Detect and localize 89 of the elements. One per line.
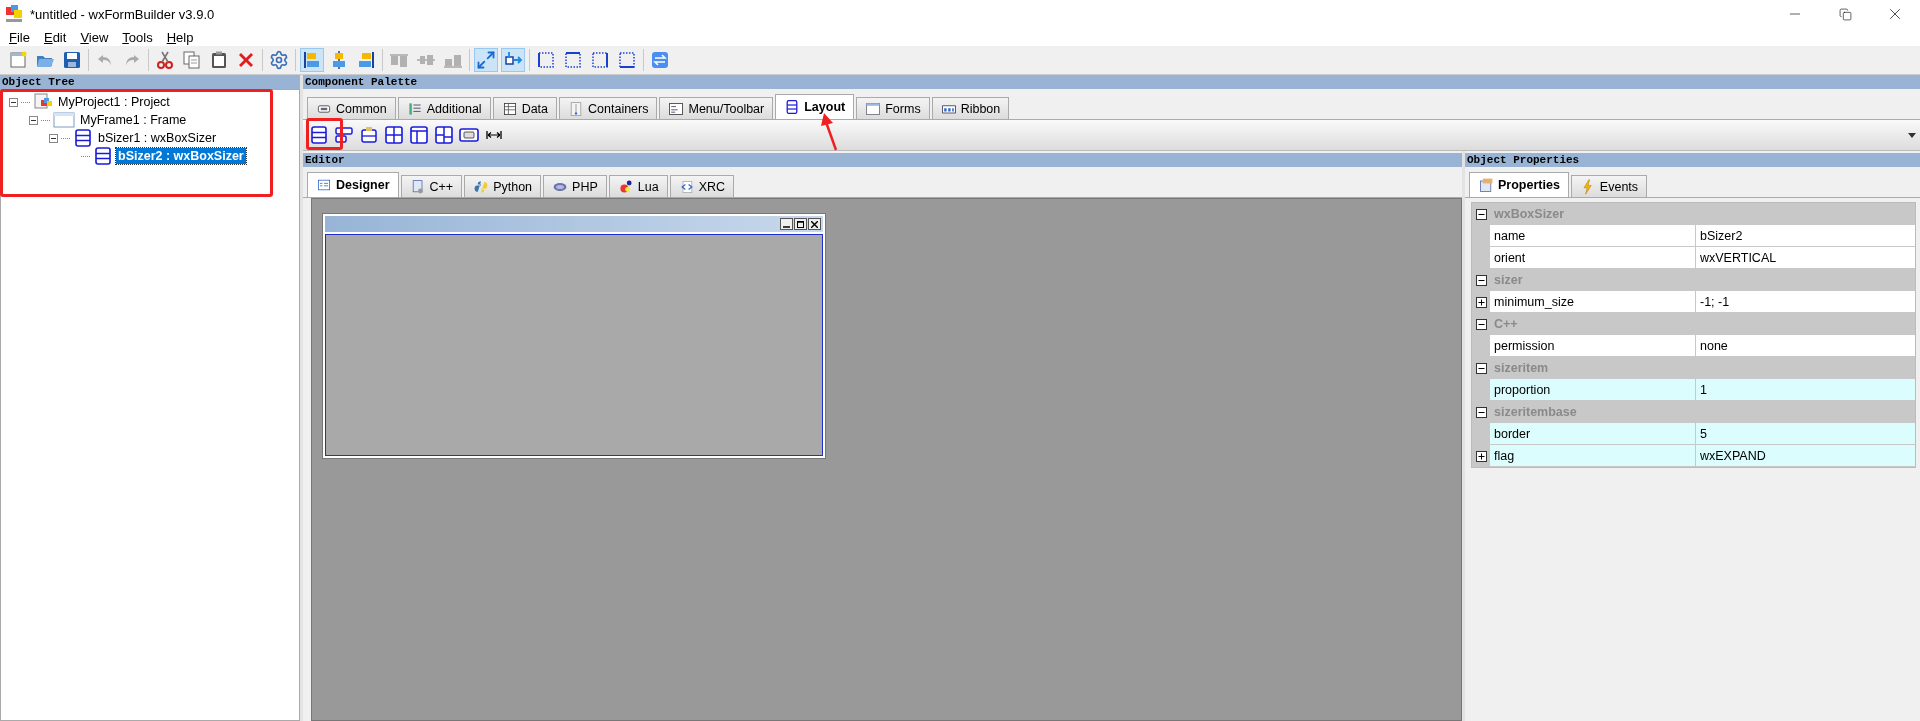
menu-item[interactable]: Edit — [36, 29, 74, 45]
category-name: sizeritembase — [1493, 405, 1577, 419]
palette-tab[interactable]: Data — [492, 97, 558, 119]
property-value[interactable]: wxEXPAND — [1696, 445, 1915, 467]
palette-tab[interactable]: Menu/Toolbar — [659, 97, 774, 119]
editor-tab[interactable]: Designer — [307, 172, 399, 197]
dropdown-arrow-icon[interactable] — [1908, 133, 1916, 139]
window-icon — [53, 111, 75, 129]
sizer-icon — [93, 146, 113, 166]
align-left-icon[interactable] — [300, 48, 324, 72]
expand-toggle[interactable] — [1475, 450, 1487, 462]
menu-item[interactable]: View — [73, 29, 116, 45]
collapse-toggle[interactable] — [1475, 208, 1487, 220]
properties-tab[interactable]: Properties — [1469, 172, 1569, 197]
collapse-toggle[interactable] — [49, 133, 58, 143]
sizer-icon — [73, 128, 93, 148]
app-icon — [4, 4, 24, 24]
panel-header: Object Tree — [0, 75, 300, 89]
designer-icon — [316, 177, 332, 193]
property-value[interactable]: wxVERTICAL — [1696, 247, 1915, 269]
property-value[interactable]: none — [1696, 335, 1915, 357]
list-icon — [406, 100, 423, 117]
palette-tab[interactable]: Common — [307, 97, 396, 119]
menu-icon — [668, 100, 685, 117]
button-sizer-icon[interactable] — [459, 125, 479, 145]
editor-tab[interactable]: Lua — [608, 175, 668, 197]
property-name: name — [1490, 225, 1696, 247]
tree-item[interactable]: bSizer2 : wxBoxSizer — [116, 148, 246, 164]
properties-icon — [1478, 177, 1494, 193]
category-name: C++ — [1493, 317, 1518, 331]
close-icon — [808, 218, 821, 230]
flex-grid-sizer-icon[interactable] — [409, 125, 429, 145]
property-value[interactable]: 1 — [1696, 379, 1915, 401]
wrap-sizer-icon[interactable] — [334, 125, 354, 145]
table-icon — [501, 100, 518, 117]
window-icon — [865, 100, 882, 117]
property-name: permission — [1490, 335, 1696, 357]
collapse-toggle[interactable] — [1475, 362, 1487, 374]
palette-tab[interactable]: Layout — [775, 94, 855, 119]
palette-tab[interactable]: Forms — [856, 97, 930, 119]
window-title: *untitled - wxFormBuilder v3.9.0 — [30, 6, 215, 22]
palette-tab[interactable]: Containers — [559, 97, 658, 119]
collapse-toggle[interactable] — [1475, 274, 1487, 286]
stretch-icon[interactable] — [501, 48, 525, 72]
minimize-icon — [780, 218, 793, 230]
property-name: orient — [1490, 247, 1696, 269]
project-icon — [33, 92, 53, 112]
property-value[interactable]: bSizer2 — [1696, 225, 1915, 247]
panel-header: Component Palette — [303, 75, 1920, 89]
category-name: wxBoxSizer — [1493, 207, 1565, 221]
property-value[interactable]: -1; -1 — [1696, 291, 1915, 313]
static-box-sizer-icon[interactable] — [359, 125, 379, 145]
properties-tab[interactable]: Events — [1570, 175, 1648, 197]
property-name: flag — [1490, 445, 1696, 467]
tree-item[interactable]: bSizer1 : wxBoxSizer — [96, 130, 219, 146]
panel-header: Editor — [303, 153, 1462, 167]
editor-tab[interactable]: PHP — [543, 175, 607, 197]
collapse-toggle[interactable] — [9, 97, 18, 107]
maximize-icon — [794, 218, 807, 230]
grid-sizer-icon[interactable] — [384, 125, 404, 145]
collapse-toggle[interactable] — [29, 115, 38, 125]
collapse-toggle[interactable] — [1475, 318, 1487, 330]
property-value[interactable]: 5 — [1696, 423, 1915, 445]
panel-header: Object Properties — [1465, 153, 1920, 167]
expand-icon[interactable] — [474, 48, 498, 72]
category-name: sizer — [1493, 273, 1523, 287]
menu-item[interactable]: Tools — [115, 29, 160, 45]
property-name: border — [1490, 423, 1696, 445]
property-name: proportion — [1490, 379, 1696, 401]
grid-bag-sizer-icon[interactable] — [434, 125, 454, 145]
restore-icon[interactable] — [1838, 7, 1852, 21]
tree-item[interactable]: MyProject1 : Project — [56, 94, 172, 110]
menu-item[interactable]: Help — [159, 29, 201, 45]
property-name: minimum_size — [1490, 291, 1696, 313]
editor-tab[interactable]: C++ — [400, 175, 463, 197]
lua-icon — [617, 178, 634, 195]
editor-tab[interactable]: XRC — [669, 175, 735, 197]
palette-tab[interactable]: Ribbon — [931, 97, 1010, 119]
tree-item[interactable]: MyFrame1 : Frame — [78, 112, 189, 128]
highlight-rectangle — [306, 118, 343, 150]
expand-toggle[interactable] — [1475, 296, 1487, 308]
editor-tab[interactable]: Python — [464, 175, 542, 197]
box-sizer-icon[interactable] — [309, 125, 329, 145]
annotation-arrow — [818, 112, 840, 152]
python-icon — [473, 178, 490, 195]
collapse-toggle[interactable] — [1475, 406, 1487, 418]
category-name: sizeritem — [1493, 361, 1549, 375]
palette-tab[interactable]: Additional — [397, 97, 491, 119]
menu-item[interactable]: File — [2, 29, 37, 45]
